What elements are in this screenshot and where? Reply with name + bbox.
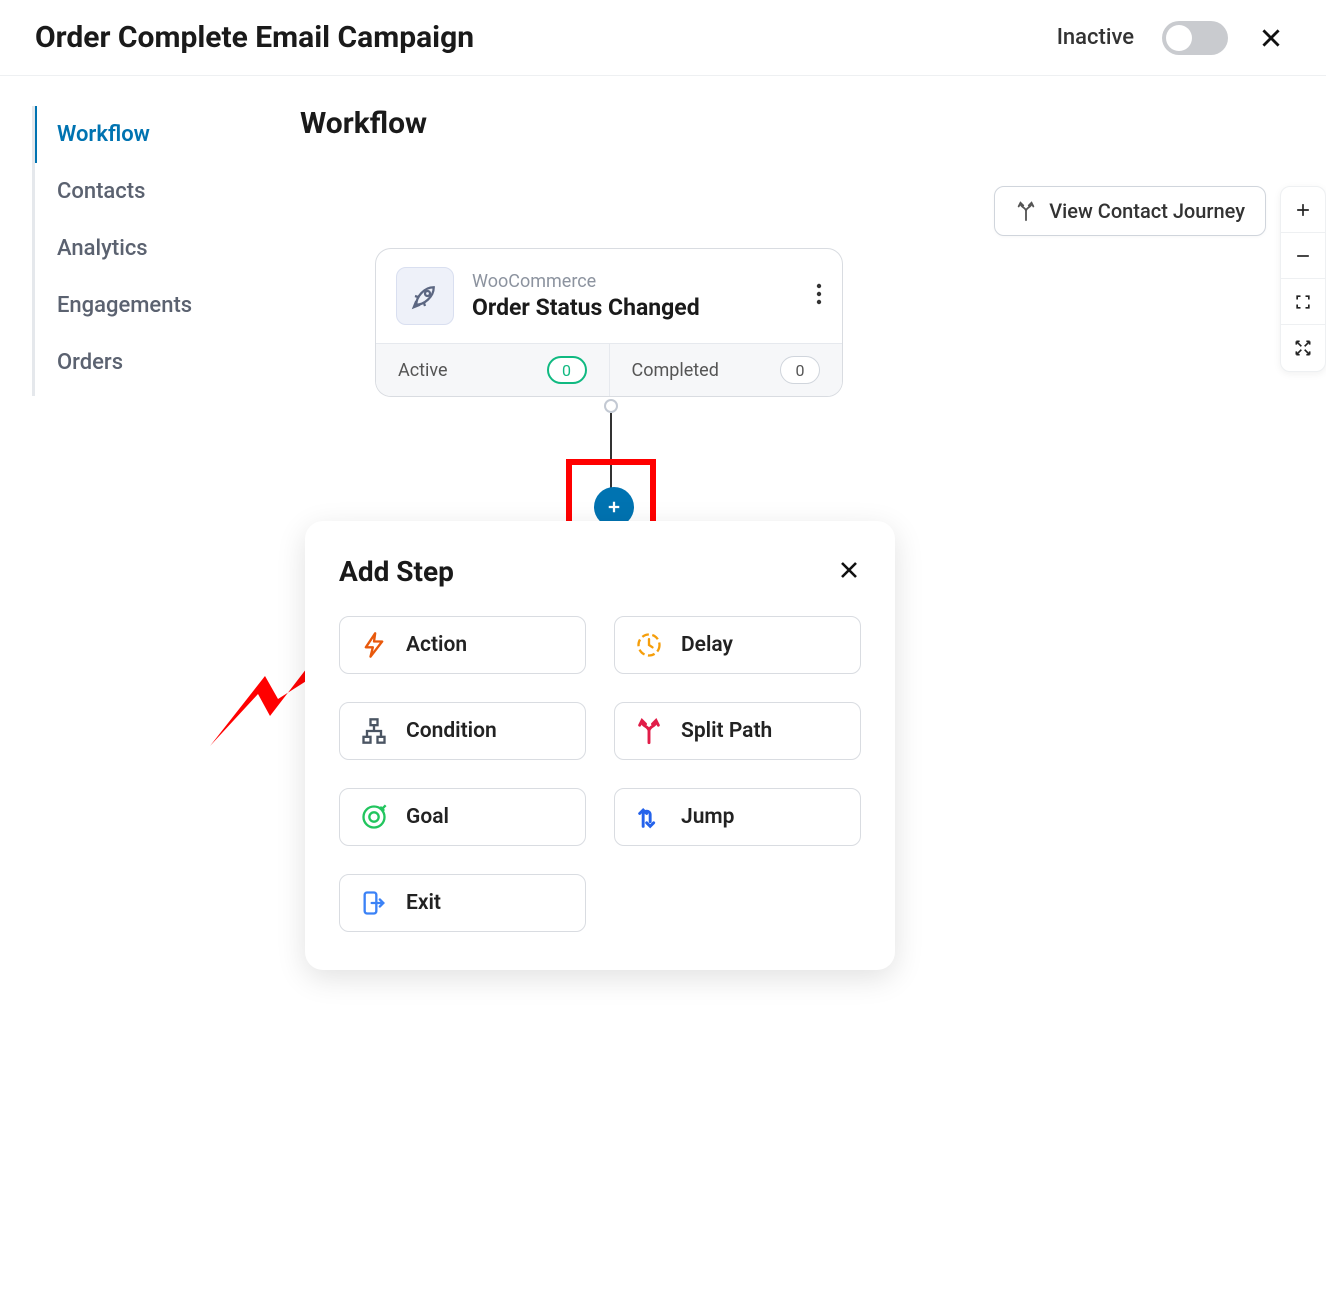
page-title: Order Complete Email Campaign [35,20,474,55]
add-step-close-button[interactable] [837,558,861,586]
close-icon [1258,25,1284,51]
sidebar-indicator-strip [32,106,35,396]
add-step-title: Add Step [339,555,454,588]
toggle-knob [1166,25,1192,51]
content: Workflow View Contact Journey WooCommerc… [300,106,1326,1131]
tree-icon [360,717,388,745]
zoom-in-button[interactable] [1281,187,1325,233]
step-option-exit[interactable]: Exit [339,874,586,932]
step-option-delay[interactable]: Delay [614,616,861,674]
sidebar-item-analytics[interactable]: Analytics [33,220,300,277]
step-option-split-path[interactable]: Split Path [614,702,861,760]
content-title: Workflow [300,106,1286,141]
sidebar-item-label: Workflow [57,122,150,147]
stat-active-label: Active [398,360,448,381]
stat-completed-label: Completed [632,360,719,381]
header: Order Complete Email Campaign Inactive [0,0,1326,76]
sidebar: Workflow Contacts Analytics Engagements … [0,106,300,1131]
header-right: Inactive [1057,21,1286,55]
plus-icon [1293,200,1313,220]
clock-icon [635,631,663,659]
stat-active-value: 0 [547,356,587,384]
fullscreen-button[interactable] [1281,279,1325,325]
step-option-jump[interactable]: Jump [614,788,861,846]
sidebar-item-label: Analytics [57,236,148,261]
bolt-icon [360,631,388,659]
minus-icon [1293,246,1313,266]
sidebar-item-contacts[interactable]: Contacts [33,163,300,220]
step-option-label: Exit [406,891,441,915]
connector-dot [604,399,618,413]
step-option-label: Split Path [681,719,772,743]
step-option-label: Action [406,633,467,657]
sidebar-item-label: Contacts [57,179,145,204]
sidebar-item-label: Orders [57,350,123,375]
plus-icon [605,498,623,516]
trigger-menu-button[interactable] [816,282,822,310]
jump-icon [635,803,663,831]
trigger-stats: Active 0 Completed 0 [376,343,842,396]
stat-completed-value: 0 [780,356,820,384]
step-option-label: Condition [406,719,497,743]
rocket-icon [396,267,454,325]
zoom-out-button[interactable] [1281,233,1325,279]
split-icon [635,717,663,745]
step-option-action[interactable]: Action [339,616,586,674]
close-button[interactable] [1256,23,1286,53]
fullscreen-icon [1293,292,1313,312]
step-option-label: Jump [681,805,734,829]
step-option-goal[interactable]: Goal [339,788,586,846]
trigger-card[interactable]: WooCommerce Order Status Changed Active … [375,248,843,397]
kebab-icon [816,282,822,306]
sidebar-item-label: Engagements [57,293,192,318]
workflow-canvas[interactable]: WooCommerce Order Status Changed Active … [300,181,1286,1131]
stat-active: Active 0 [376,344,609,396]
zoom-toolbar [1280,186,1326,372]
sidebar-item-engagements[interactable]: Engagements [33,277,300,334]
status-toggle[interactable] [1162,21,1228,55]
target-icon [360,803,388,831]
close-icon [837,558,861,582]
sidebar-item-workflow[interactable]: Workflow [33,106,300,163]
trigger-card-header: WooCommerce Order Status Changed [376,249,842,343]
trigger-title: Order Status Changed [472,294,798,321]
exit-icon [360,889,388,917]
expand-icon [1293,338,1313,358]
step-option-condition[interactable]: Condition [339,702,586,760]
expand-button[interactable] [1281,325,1325,371]
step-option-label: Goal [406,805,449,829]
trigger-subtitle: WooCommerce [472,271,798,292]
step-option-label: Delay [681,633,733,657]
add-step-panel: Add Step Action Delay Condition Split Path G… [305,521,895,970]
stat-completed: Completed 0 [609,344,843,396]
sidebar-item-orders[interactable]: Orders [33,334,300,391]
status-label: Inactive [1057,25,1134,50]
